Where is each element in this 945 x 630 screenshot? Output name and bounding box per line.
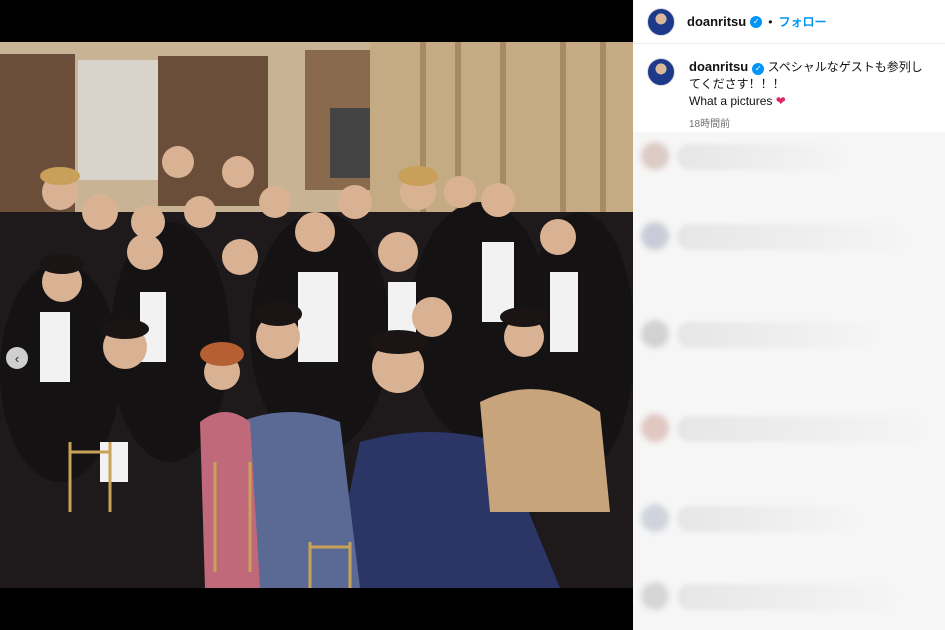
separator-dot: • (768, 14, 773, 29)
blurred-avatar (641, 414, 669, 442)
previous-photo-button[interactable]: ‹ (6, 347, 28, 369)
blurred-comment (677, 322, 877, 348)
username[interactable]: doanritsu (687, 14, 746, 29)
post-timestamp[interactable]: 18時間前 (689, 116, 931, 133)
avatar[interactable] (647, 58, 675, 86)
verified-badge-icon: ✓ (752, 62, 765, 75)
blurred-avatar (641, 320, 669, 348)
caption-username[interactable]: doanritsu (689, 59, 748, 74)
blurred-avatar (641, 222, 669, 250)
blurred-avatar (641, 504, 669, 532)
blurred-avatar (641, 142, 669, 170)
blurred-comments (633, 132, 945, 630)
post-sidebar: doanritsu ✓ • フォロー doanritsu ✓ スペシャルなゲストも… (633, 0, 945, 630)
blurred-comment (677, 506, 857, 532)
blurred-comment (677, 224, 907, 250)
post-header: doanritsu ✓ • フォロー (633, 0, 945, 44)
post-caption: doanritsu ✓ スペシャルなゲストも参列してくださす！！！ What a … (633, 44, 945, 141)
heart-emoji: ❤ (775, 94, 786, 108)
caption-body: doanritsu ✓ スペシャルなゲストも参列してくださす！！！ What a … (689, 58, 931, 133)
chevron-left-icon: ‹ (14, 350, 20, 366)
blurred-avatar (641, 582, 669, 610)
blurred-comment (677, 416, 927, 442)
post-photo[interactable]: ‹ (0, 42, 633, 588)
verified-badge-icon: ✓ (750, 15, 763, 28)
avatar[interactable] (647, 7, 675, 36)
caption-text-en: What a pictures (689, 94, 773, 108)
group-photo-illustration (0, 42, 633, 588)
blurred-comment (677, 144, 847, 170)
follow-button[interactable]: フォロー (778, 13, 826, 30)
blurred-comment (677, 584, 897, 610)
post-media: ‹ (0, 0, 633, 630)
